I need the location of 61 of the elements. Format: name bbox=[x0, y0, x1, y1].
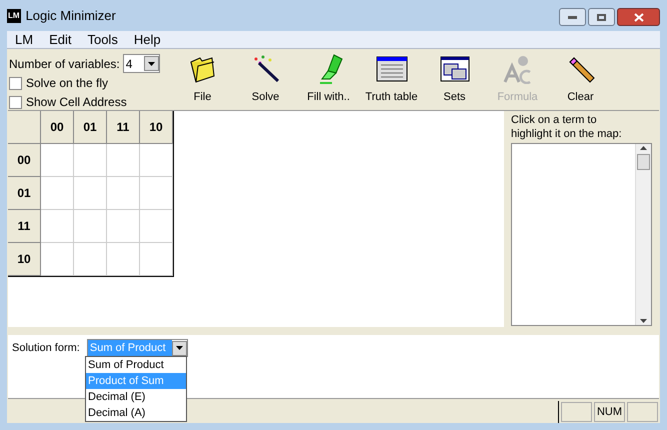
status-panel bbox=[627, 402, 658, 422]
status-panel bbox=[560, 402, 592, 422]
option-checkbox[interactable]: Show Cell Address bbox=[9, 93, 167, 111]
menu-item[interactable]: Help bbox=[128, 30, 167, 50]
variables-label: Number of variables: bbox=[9, 56, 120, 72]
variables-dropdown[interactable]: 4 bbox=[122, 54, 160, 73]
solution-form-label: Solution form: bbox=[12, 340, 80, 356]
map-cell[interactable] bbox=[107, 144, 140, 177]
row-header: 01 bbox=[8, 177, 41, 210]
toolbar-button[interactable]: Clear bbox=[549, 53, 612, 105]
map-cell[interactable] bbox=[107, 177, 140, 210]
dropdown-option[interactable]: Sum of Product bbox=[86, 357, 186, 373]
toolbar-button[interactable]: File bbox=[171, 53, 234, 105]
map-cell[interactable] bbox=[107, 210, 140, 243]
caret-icon bbox=[176, 346, 183, 350]
menu-item[interactable]: LM bbox=[9, 30, 40, 50]
toolbar-button[interactable]: Solve bbox=[234, 53, 297, 105]
font-icon bbox=[502, 54, 532, 84]
row-header: 00 bbox=[8, 144, 41, 177]
menu-item[interactable]: Tools bbox=[81, 30, 124, 50]
map-cell[interactable] bbox=[74, 177, 107, 210]
map-cell[interactable] bbox=[41, 210, 74, 243]
window-title: Logic Minimizer bbox=[26, 6, 116, 25]
num-lock-indicator: NUM bbox=[594, 402, 625, 422]
app-icon: LM bbox=[7, 8, 21, 22]
map-cell[interactable] bbox=[140, 210, 173, 243]
map-cell[interactable] bbox=[41, 243, 74, 276]
map-cell[interactable] bbox=[41, 177, 74, 210]
column-header: 11 bbox=[107, 111, 140, 144]
column-header: 00 bbox=[41, 111, 74, 144]
map-cell[interactable] bbox=[74, 243, 107, 276]
map-cell[interactable] bbox=[140, 144, 173, 177]
column-header: 01 bbox=[74, 111, 107, 144]
toolbar-button[interactable]: Truth table bbox=[360, 53, 423, 105]
scrollbar[interactable] bbox=[635, 144, 651, 325]
close-icon bbox=[634, 12, 644, 22]
maximize-button[interactable] bbox=[588, 8, 615, 26]
terms-hint: Click on a term to highlight it on the map: bbox=[511, 113, 623, 141]
menu-item[interactable]: Edit bbox=[43, 30, 78, 50]
toolbar-button[interactable]: Sets bbox=[423, 53, 486, 105]
minimize-button[interactable] bbox=[559, 8, 586, 26]
column-header: 10 bbox=[140, 111, 173, 144]
scroll-up-icon[interactable] bbox=[640, 146, 647, 150]
map-cell[interactable] bbox=[140, 177, 173, 210]
windows-icon bbox=[440, 56, 470, 82]
close-button[interactable] bbox=[617, 8, 660, 26]
scroll-down-icon[interactable] bbox=[640, 319, 647, 323]
toolbar-button[interactable]: Fill with.. bbox=[297, 53, 360, 105]
scrollbar-thumb[interactable] bbox=[637, 154, 650, 170]
map-cell[interactable] bbox=[140, 243, 173, 276]
map-cell[interactable] bbox=[107, 243, 140, 276]
caret-icon bbox=[148, 62, 155, 66]
table-icon bbox=[376, 56, 408, 82]
map-cell[interactable] bbox=[74, 210, 107, 243]
option-checkbox[interactable]: Solve on the fly bbox=[9, 74, 167, 92]
row-header: 11 bbox=[8, 210, 41, 243]
map-cell[interactable] bbox=[74, 144, 107, 177]
dropdown-option[interactable]: Decimal (A) bbox=[86, 405, 186, 421]
dropdown-option[interactable]: Decimal (E) bbox=[86, 389, 186, 405]
row-header: 10 bbox=[8, 243, 41, 276]
map-cell[interactable] bbox=[41, 144, 74, 177]
